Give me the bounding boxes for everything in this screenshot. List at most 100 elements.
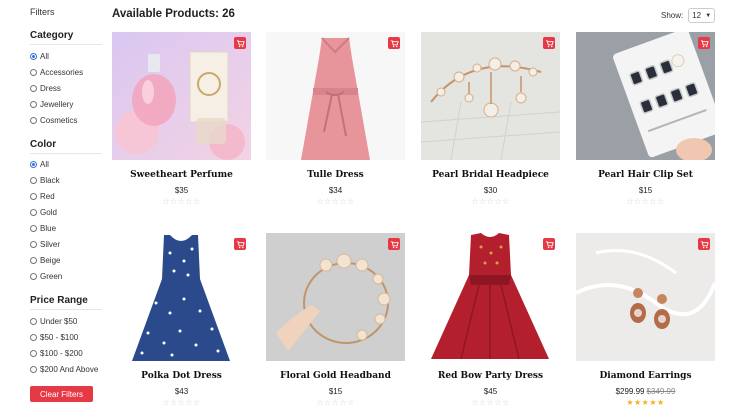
filter-option-label: Accessories bbox=[40, 67, 84, 77]
star-rating: ★★★★★ bbox=[576, 398, 715, 407]
filter-option-price-range[interactable]: Under $50 bbox=[30, 315, 77, 327]
radio-button[interactable] bbox=[30, 333, 37, 341]
product-name[interactable]: Diamond Earrings bbox=[576, 371, 715, 381]
filter-option-label: $200 And Above bbox=[40, 364, 99, 374]
clear-filters-button[interactable]: Clear Filters bbox=[30, 386, 93, 402]
radio-button[interactable] bbox=[30, 208, 37, 216]
add-to-cart-icon[interactable] bbox=[543, 37, 555, 49]
add-to-cart-icon[interactable] bbox=[388, 37, 400, 49]
radio-button[interactable] bbox=[30, 224, 37, 232]
radio-button[interactable] bbox=[30, 84, 37, 92]
radio-button[interactable] bbox=[30, 240, 37, 248]
product-price: $43 bbox=[112, 387, 251, 396]
product-name[interactable]: Pearl Bridal Headpiece bbox=[421, 170, 560, 180]
star-rating: ☆☆☆☆☆ bbox=[266, 197, 405, 206]
filter-option-color[interactable]: Beige bbox=[30, 254, 60, 266]
filter-option-label: $100 - $200 bbox=[40, 348, 83, 358]
star-icon: ☆ bbox=[185, 197, 193, 206]
product-name[interactable]: Red Bow Party Dress bbox=[421, 371, 560, 381]
color-title: Color bbox=[30, 139, 57, 150]
filter-option-label: Green bbox=[40, 271, 63, 281]
hair-clip-image[interactable] bbox=[576, 32, 715, 160]
radio-button[interactable] bbox=[30, 160, 37, 168]
star-icon: ☆ bbox=[494, 197, 502, 206]
product-name[interactable]: Floral Gold Headband bbox=[266, 371, 405, 381]
product-price: $15 bbox=[266, 387, 405, 396]
current-price: $34 bbox=[328, 186, 343, 195]
product-name[interactable]: Sweetheart Perfume bbox=[112, 170, 251, 180]
radio-button[interactable] bbox=[30, 272, 37, 280]
star-rating: ☆☆☆☆☆ bbox=[266, 398, 405, 407]
radio-button[interactable] bbox=[30, 176, 37, 184]
add-to-cart-icon[interactable] bbox=[234, 37, 246, 49]
product-name[interactable]: Pearl Hair Clip Set bbox=[576, 170, 715, 180]
product-name[interactable]: Tulle Dress bbox=[266, 170, 405, 180]
filter-option-category[interactable]: All bbox=[30, 50, 49, 62]
star-icon: ☆ bbox=[323, 197, 332, 206]
star-icon: ☆ bbox=[478, 398, 487, 407]
show-per-page-select[interactable]: 12 ▼ bbox=[688, 8, 716, 23]
star-icon: ☆ bbox=[162, 398, 170, 407]
filter-option-price-range[interactable]: $50 - $100 bbox=[30, 331, 78, 343]
radio-button[interactable] bbox=[30, 317, 37, 325]
perfume-image[interactable] bbox=[112, 32, 251, 160]
filter-option-color[interactable]: Silver bbox=[30, 238, 60, 250]
filter-option-price-range[interactable]: $100 - $200 bbox=[30, 347, 83, 359]
radio-button[interactable] bbox=[30, 100, 37, 108]
product-price: $34 bbox=[266, 186, 405, 195]
star-icon: ☆ bbox=[633, 197, 642, 206]
add-to-cart-icon[interactable] bbox=[388, 238, 400, 250]
filter-option-label: Cosmetics bbox=[40, 115, 78, 125]
filter-option-category[interactable]: Cosmetics bbox=[30, 114, 77, 126]
filter-option-color[interactable]: All bbox=[30, 158, 49, 170]
radio-button[interactable] bbox=[30, 365, 37, 373]
filter-option-color[interactable]: Blue bbox=[30, 222, 56, 234]
filter-option-category[interactable]: Accessories bbox=[30, 66, 83, 78]
polka-dress-image[interactable] bbox=[112, 233, 251, 361]
product-price: $30 bbox=[421, 186, 560, 195]
radio-button[interactable] bbox=[30, 52, 37, 60]
filter-option-color[interactable]: Green bbox=[30, 270, 62, 282]
star-icon: ☆ bbox=[169, 398, 178, 407]
radio-button[interactable] bbox=[30, 68, 37, 76]
star-icon: ☆ bbox=[339, 197, 347, 206]
radio-button[interactable] bbox=[30, 256, 37, 264]
original-price: $349.99 bbox=[646, 387, 676, 396]
filter-option-category[interactable]: Dress bbox=[30, 82, 61, 94]
filter-option-color[interactable]: Red bbox=[30, 190, 55, 202]
radio-button[interactable] bbox=[30, 192, 37, 200]
star-icon: ☆ bbox=[323, 398, 332, 407]
current-price: $299.99 bbox=[615, 387, 645, 396]
filter-option-category[interactable]: Jewellery bbox=[30, 98, 73, 110]
filter-option-label: All bbox=[40, 51, 49, 61]
add-to-cart-icon[interactable] bbox=[543, 238, 555, 250]
add-to-cart-icon[interactable] bbox=[698, 37, 710, 49]
filter-option-price-range[interactable]: $200 And Above bbox=[30, 363, 98, 375]
current-price: $30 bbox=[483, 186, 498, 195]
current-price: $43 bbox=[174, 387, 189, 396]
headpiece-image[interactable] bbox=[421, 32, 560, 160]
add-to-cart-icon[interactable] bbox=[234, 238, 246, 250]
add-to-cart-icon[interactable] bbox=[698, 238, 710, 250]
radio-button[interactable] bbox=[30, 349, 37, 357]
filter-option-label: Jewellery bbox=[40, 99, 74, 109]
pink-dress-image[interactable] bbox=[266, 32, 405, 160]
filter-option-color[interactable]: Gold bbox=[30, 206, 57, 218]
show-control: Show: 12 ▼ bbox=[661, 8, 716, 23]
star-icon: ☆ bbox=[657, 197, 665, 206]
filter-option-label: Gold bbox=[40, 207, 57, 217]
earrings-image[interactable] bbox=[576, 233, 715, 361]
headband-image[interactable] bbox=[266, 233, 405, 361]
radio-button[interactable] bbox=[30, 116, 37, 124]
show-label: Show: bbox=[661, 11, 684, 20]
star-icon: ☆ bbox=[626, 197, 634, 206]
filter-option-label: Beige bbox=[40, 255, 61, 265]
product-price: $299.99 $349.99 bbox=[576, 387, 715, 396]
star-icon: ☆ bbox=[502, 197, 510, 206]
category-title: Category bbox=[30, 30, 74, 41]
filter-option-color[interactable]: Black bbox=[30, 174, 60, 186]
star-icon: ☆ bbox=[471, 197, 479, 206]
star-icon: ★ bbox=[649, 398, 657, 407]
product-name[interactable]: Polka Dot Dress bbox=[112, 371, 251, 381]
red-dress-image[interactable] bbox=[421, 233, 560, 361]
